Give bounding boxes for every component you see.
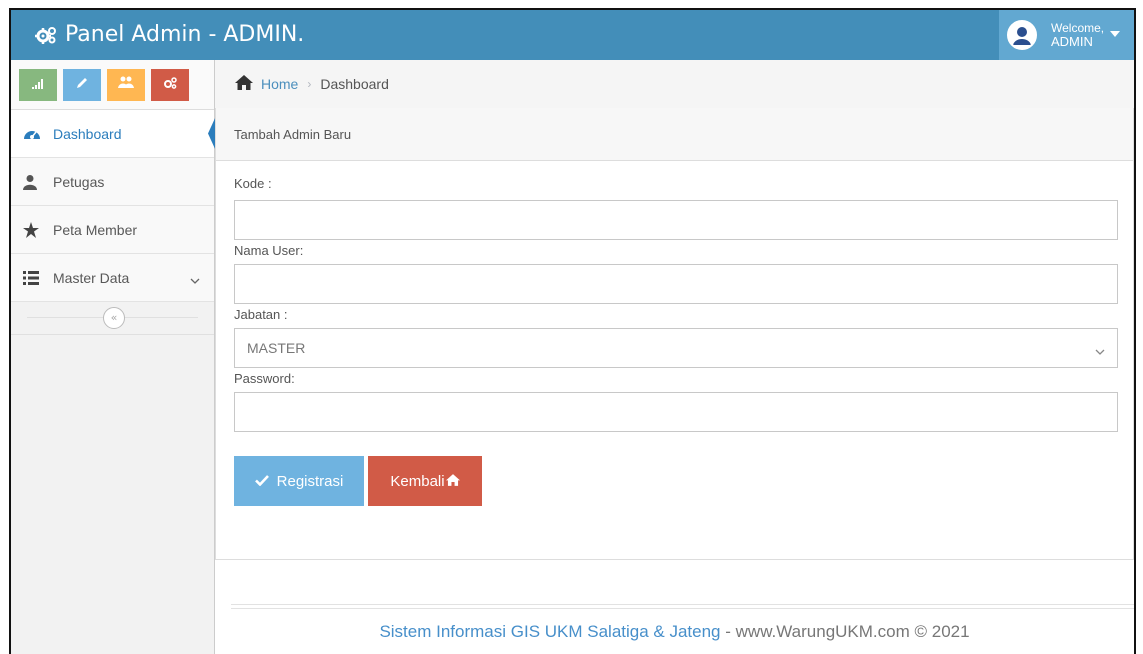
jabatan-select[interactable]: MASTER [234,328,1118,368]
nama-user-input[interactable] [234,264,1118,304]
breadcrumb-current: Dashboard [320,76,389,92]
cogs-icon [35,26,57,44]
brand[interactable]: Panel Admin - ADMIN. [35,10,304,60]
sidebar-item-peta-member[interactable]: Peta Member [11,206,214,254]
breadcrumb: Home › Dashboard [215,60,1134,109]
jabatan-label: Jabatan : [234,307,288,322]
kembali-button[interactable]: Kembali [368,456,482,506]
kode-label: Kode : [234,176,272,191]
registrasi-label: Registrasi [276,472,344,490]
shortcut-signal-button[interactable] [19,68,57,101]
check-icon [254,473,269,490]
shortcut-users-button[interactable] [107,68,145,101]
sidebar-item-petugas[interactable]: Petugas [11,158,214,206]
password-input[interactable] [234,392,1118,432]
home-icon [445,473,460,490]
sidebar-item-label: Dashboard [53,125,122,142]
signal-icon [32,76,44,94]
welcome-text: Welcome, ADMIN [1051,21,1104,49]
avatar [1007,20,1037,50]
sidebar-collapse-button[interactable]: « [103,307,125,329]
breadcrumb-home-label: Home [261,76,299,92]
password-label: Password: [234,371,295,386]
star-icon [23,221,53,238]
footer-brand: Sistem Informasi GIS UKM Salatiga & Jate… [379,622,721,641]
footer: Sistem Informasi GIS UKM Salatiga & Jate… [215,622,1134,642]
registrasi-button[interactable]: Registrasi [234,456,364,506]
brand-title: Panel Admin - ADMIN. [65,22,305,47]
dashboard-icon [23,126,53,142]
user-menu-toggle[interactable]: Welcome, ADMIN [999,10,1134,60]
shortcut-cogs-button[interactable] [151,68,189,101]
sidebar-item-dashboard[interactable]: Dashboard [11,110,216,158]
browser-frame: Panel Admin - ADMIN. Welcome, ADMIN Dash… [9,8,1136,654]
pencil-icon [76,76,88,94]
kode-input[interactable] [234,200,1118,240]
sidebar-item-label: Peta Member [53,221,138,238]
navbar: Panel Admin - ADMIN. Welcome, ADMIN [11,10,1134,60]
form-actions: Registrasi Kembali [234,456,1133,506]
sidebar-collapse-bar: « [11,302,214,335]
user-name: ADMIN [1051,34,1093,49]
add-admin-form: Kode : Nama User: Jabatan : MASTER Passw… [216,173,1133,506]
sidebar-item-master-data[interactable]: Master Data [11,254,214,302]
list-icon [23,270,53,285]
user-icon [23,174,53,190]
sidebar-shortcuts [11,60,214,110]
shortcut-pencil-button[interactable] [63,68,101,101]
kembali-label: Kembali [390,472,445,490]
widget-title: Tambah Admin Baru [216,108,1133,161]
footer-divider [231,604,1134,609]
welcome-label: Welcome, [1051,21,1105,35]
jabatan-selected-value: MASTER [247,340,306,356]
form-widget: Tambah Admin Baru Kode : Nama User: Jaba… [215,108,1134,560]
sidebar: Dashboard Petugas Peta Member Master Dat… [11,60,216,654]
home-icon [235,75,253,93]
breadcrumb-separator-icon: › [307,77,312,91]
chevron-down-icon [190,272,200,288]
caret-down-icon [1110,31,1120,37]
footer-copyright: - www.WarungUKM.com © 2021 [720,622,970,641]
sidebar-item-label: Master Data [53,269,130,286]
cogs-icon [163,76,177,94]
breadcrumb-home-link[interactable]: Home [235,75,298,93]
nama-user-label: Nama User: [234,243,304,258]
chevron-down-icon [1095,343,1105,359]
sidebar-item-label: Petugas [53,173,105,190]
users-icon [118,75,134,94]
